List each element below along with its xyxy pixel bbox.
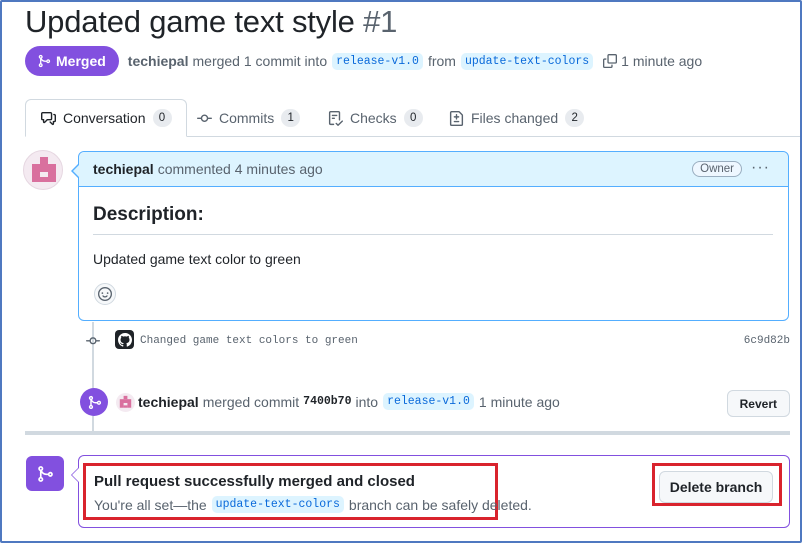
pr-author-link[interactable]: techiepal (128, 53, 189, 69)
pr-time: 1 minute ago (621, 53, 703, 69)
commit-sha-link[interactable]: 6c9d82b (744, 335, 790, 347)
comment-author-avatar[interactable] (23, 150, 63, 190)
merge-event-icon (80, 388, 108, 416)
git-commit-icon (86, 337, 100, 345)
add-reaction-button[interactable] (94, 283, 116, 305)
git-merge-icon (38, 465, 53, 482)
comment-body: Updated game text color to green (93, 251, 301, 267)
merge-target-branch[interactable]: release-v1.0 (383, 393, 474, 410)
tab-checks[interactable]: Checks 0 (328, 99, 423, 137)
github-logo-icon[interactable] (115, 330, 134, 349)
comment-heading: Description: (93, 204, 773, 235)
merge-author-avatar[interactable] (116, 393, 135, 412)
merged-status-label: Merged (56, 53, 106, 69)
comment-author[interactable]: techiepal (93, 161, 154, 177)
merged-status-badge: Merged (25, 46, 119, 76)
checklist-icon (328, 110, 343, 126)
merge-sub-prefix: You're all set—the (94, 496, 207, 513)
copy-icon[interactable] (603, 54, 618, 68)
merge-text-2: into (355, 393, 379, 410)
delete-branch-button[interactable]: Delete branch (659, 471, 773, 503)
merge-event-text: techiepal merged commit 7400b70 into rel… (138, 393, 560, 410)
commit-message-link[interactable]: Changed game text colors to green (140, 335, 358, 347)
merge-status-title: Pull request successfully merged and clo… (94, 473, 415, 490)
merge-text-1: merged commit (202, 393, 300, 410)
tab-checks-label: Checks (350, 110, 397, 126)
merge-commit-sha[interactable]: 7400b70 (303, 395, 351, 408)
deletable-branch-label[interactable]: update-text-colors (211, 496, 344, 513)
tab-conversation-count: 0 (152, 109, 172, 127)
comment-discussion-icon (41, 111, 56, 125)
tab-commits-count: 1 (281, 109, 301, 127)
merged-state-icon (26, 456, 64, 491)
merge-author[interactable]: techiepal (138, 394, 199, 410)
identicon-icon (119, 395, 132, 408)
tab-conversation-label: Conversation (63, 110, 146, 126)
commit-row: Changed game text colors to green 6c9d82… (84, 328, 790, 354)
owner-badge: Owner (692, 161, 742, 177)
git-merge-icon (38, 54, 51, 68)
tab-commits[interactable]: Commits 1 (197, 99, 301, 137)
pr-number: #1 (363, 4, 398, 39)
pr-title: Updated game text style #1 (25, 4, 397, 40)
tab-checks-count: 0 (403, 109, 423, 127)
base-branch-label[interactable]: release-v1.0 (332, 52, 423, 70)
tab-files-changed-count: 2 (565, 109, 585, 127)
tab-commits-label: Commits (219, 110, 275, 126)
from-text: from (427, 53, 456, 69)
merge-sub-suffix: branch can be safely deleted. (348, 496, 532, 513)
tab-conversation[interactable]: Conversation 0 (25, 99, 187, 137)
merge-time: 1 minute ago (478, 393, 560, 410)
smiley-icon (98, 287, 112, 301)
timeline-divider (25, 431, 790, 435)
identicon-icon (32, 157, 56, 182)
revert-button[interactable]: Revert (726, 390, 790, 417)
pr-tabs: Conversation 0 Commits 1 Checks 0 Files … (25, 99, 800, 137)
comment-menu-icon[interactable]: ··· (751, 159, 770, 177)
git-merge-icon (88, 395, 101, 409)
tab-files-changed[interactable]: Files changed 2 (449, 99, 585, 137)
pr-meta: Merged techiepal merged 1 commit into re… (25, 46, 702, 76)
comment-action: commented 4 minutes ago (157, 161, 323, 177)
file-diff-icon (449, 110, 464, 126)
head-branch-label[interactable]: update-text-colors (460, 52, 594, 70)
comment-box: techiepal commented 4 minutes ago Owner … (71, 151, 789, 321)
tab-files-changed-label: Files changed (471, 110, 559, 126)
git-commit-icon (197, 114, 212, 122)
merge-event: techiepal merged commit 7400b70 into rel… (78, 386, 790, 418)
pr-title-text: Updated game text style (25, 4, 355, 39)
pr-merged-text: merged 1 commit into (192, 53, 328, 69)
merge-status-subtitle: You're all set—the update-text-colors br… (94, 496, 532, 513)
comment-header: techiepal commented 4 minutes ago (79, 152, 788, 187)
